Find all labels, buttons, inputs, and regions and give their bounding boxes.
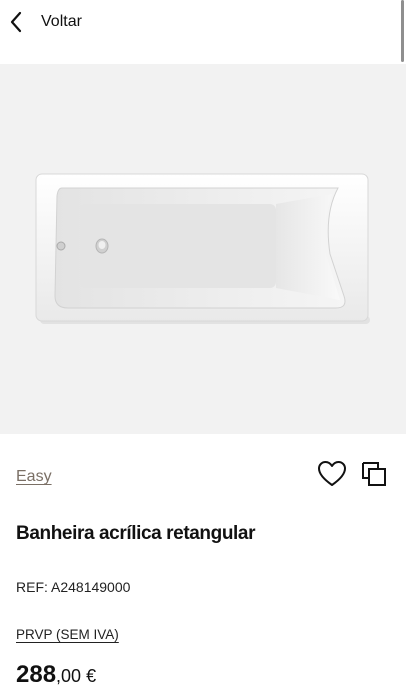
top-bar: Voltar bbox=[0, 0, 400, 44]
price-decimals: ,00 bbox=[56, 666, 82, 686]
price: 288,00 € bbox=[16, 661, 96, 689]
price-label[interactable]: PRVP (SEM IVA) bbox=[16, 627, 119, 642]
chevron-left-icon bbox=[6, 10, 26, 34]
price-integer: 288 bbox=[16, 661, 57, 688]
scrollbar[interactable] bbox=[401, 0, 404, 62]
back-label: Voltar bbox=[41, 13, 82, 30]
collection-link[interactable]: Easy bbox=[16, 468, 52, 486]
product-reference: REF: A248149000 bbox=[16, 579, 131, 595]
product-title: Banheira acrílica retangular bbox=[16, 523, 256, 544]
compare-button[interactable] bbox=[358, 460, 390, 492]
favorite-button[interactable] bbox=[316, 460, 348, 492]
heart-outline-icon bbox=[317, 460, 347, 493]
price-currency: € bbox=[81, 666, 97, 686]
compare-squares-icon bbox=[360, 460, 388, 493]
product-image bbox=[0, 64, 406, 434]
back-button[interactable]: Voltar bbox=[6, 6, 82, 38]
